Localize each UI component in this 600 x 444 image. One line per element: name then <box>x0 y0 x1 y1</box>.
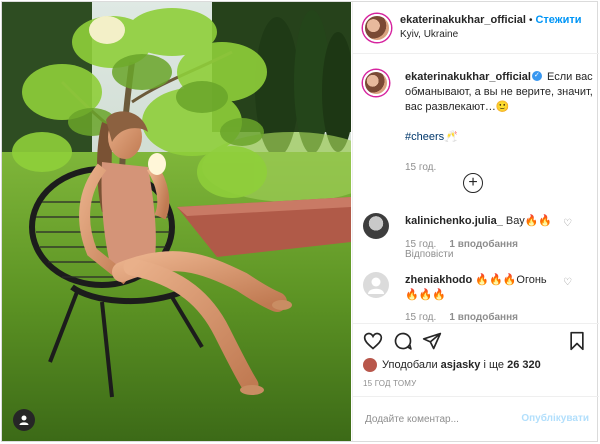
user-tag-icon <box>19 415 29 425</box>
post-dialog: ekaterinakukhar_official • Стежити Kyiv, U… <box>1 1 599 442</box>
caption-username[interactable]: ekaterinakukhar_official <box>405 71 531 83</box>
share-button[interactable] <box>422 331 442 354</box>
publish-button[interactable]: Опублікувати <box>521 413 589 424</box>
caption-avatar[interactable] <box>363 70 389 96</box>
post-timestamp[interactable]: 15 год тому <box>363 379 416 388</box>
verified-badge-icon: ✓ <box>531 71 542 82</box>
action-bar <box>353 323 599 359</box>
likes-summary: Уподобали asjasky і ще 26 320 <box>363 358 541 372</box>
follow-button[interactable]: Стежити <box>535 14 581 26</box>
likes-suffix: і ще <box>483 359 505 371</box>
comment-meta: 15 год. 1 вподобання <box>405 311 528 323</box>
likes-prefix: Уподобали <box>382 359 438 371</box>
load-more-icon: + <box>468 174 478 191</box>
like-button[interactable] <box>363 331 383 354</box>
author-avatar[interactable] <box>363 13 391 42</box>
post-sidebar: ekaterinakukhar_official • Стежити Kyiv, U… <box>352 2 599 441</box>
comment-body: zheniakhodo 🔥🔥🔥Огонь🔥🔥🔥 <box>405 273 555 303</box>
photo-image <box>2 2 351 441</box>
comment-likes-count[interactable]: 1 вподобання <box>449 312 518 323</box>
comment-avatar[interactable] <box>363 213 389 239</box>
share-icon <box>422 332 442 350</box>
comment-icon <box>394 332 412 350</box>
default-avatar-icon <box>368 277 384 294</box>
add-comment-form: Опублікувати <box>353 396 599 441</box>
save-button[interactable] <box>567 331 587 354</box>
comment-likes-count[interactable]: 1 вподобання <box>449 239 518 250</box>
author-username[interactable]: ekaterinakukhar_official <box>400 14 526 26</box>
comment-username[interactable]: kalinichenko.julia_ <box>405 215 503 227</box>
comment-body: kalinichenko.julia_ Вау🔥🔥 <box>405 214 555 229</box>
separator-dot: • <box>528 15 533 26</box>
liker-username[interactable]: asjasky <box>441 359 481 371</box>
caption-time[interactable]: 15 год. <box>405 162 436 173</box>
comment-time[interactable]: 15 год. <box>405 312 436 323</box>
likes-count[interactable]: 26 320 <box>507 359 541 371</box>
comment-username[interactable]: zheniakhodo <box>405 274 472 286</box>
caption-hashtag[interactable]: #cheers🥂 <box>405 130 458 145</box>
comment-like-heart-icon[interactable]: ♡ <box>563 218 572 229</box>
comment-input[interactable] <box>365 409 515 429</box>
post-location[interactable]: Kyiv, Ukraine <box>400 28 581 42</box>
comments-list[interactable]: ekaterinakukhar_official ✓ Если вас обман… <box>353 55 599 323</box>
post-photo[interactable] <box>2 2 351 441</box>
heart-icon <box>363 332 383 350</box>
comment-like-heart-icon[interactable]: ♡ <box>563 277 572 288</box>
bookmark-icon <box>570 331 584 351</box>
comment-button[interactable] <box>393 331 413 354</box>
user-tag-button[interactable] <box>13 409 35 431</box>
comment-avatar[interactable] <box>363 272 389 298</box>
comment-text: Вау🔥🔥 <box>505 215 553 227</box>
caption-body: ekaterinakukhar_official ✓ Если вас обман… <box>405 70 593 145</box>
post-header: ekaterinakukhar_official • Стежити Kyiv, U… <box>353 2 599 54</box>
reply-button[interactable]: Відповісти <box>405 249 453 260</box>
load-more-comments-button[interactable]: + <box>463 173 483 193</box>
liker-avatar[interactable] <box>363 358 377 372</box>
